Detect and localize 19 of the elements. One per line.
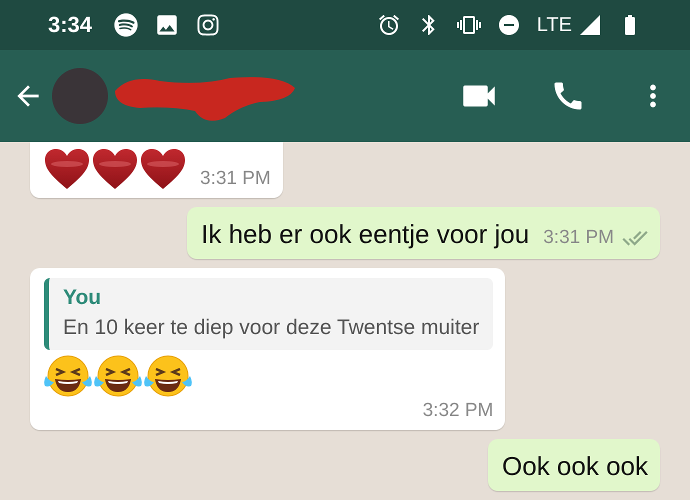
quoted-message[interactable]: You En 10 keer te diep voor deze Twentse muiter (44, 278, 494, 350)
clock-time: 3:34 (48, 12, 92, 38)
circle-waves-icon (114, 13, 138, 37)
heart-icon (92, 148, 138, 190)
heart-icon (44, 148, 90, 190)
camera-outline-icon (196, 13, 220, 37)
message-text: Ook ook ook (502, 450, 648, 483)
vibrate-icon (456, 13, 481, 37)
quote-text: En 10 keer te diep voor deze Twentse muiter (63, 316, 480, 340)
alarm-icon (376, 13, 401, 37)
message-text: Ik heb er ook eentje voor jou (201, 218, 530, 251)
message-time: 3:31 PM (200, 168, 271, 190)
heart-icon (140, 148, 186, 190)
message-time: 3:32 PM (422, 400, 494, 422)
quote-author: You (63, 286, 102, 310)
signal-icon (578, 13, 602, 37)
message-time: 3:31 PM (543, 227, 614, 249)
network-type: LTE (536, 14, 572, 36)
do-not-disturb-icon (496, 13, 521, 37)
